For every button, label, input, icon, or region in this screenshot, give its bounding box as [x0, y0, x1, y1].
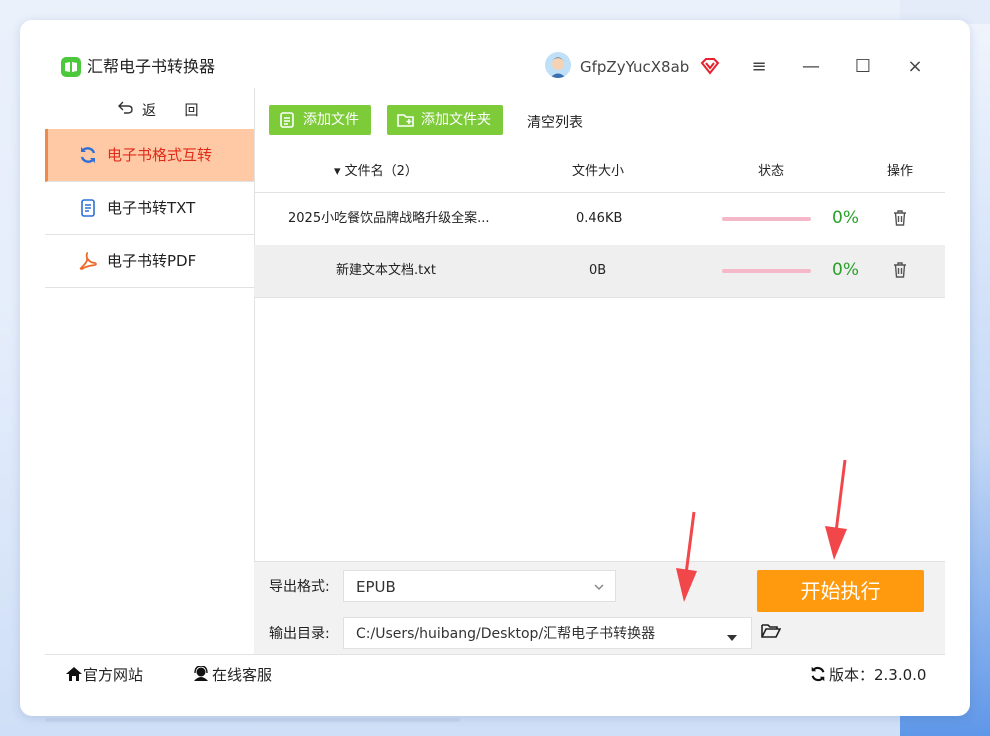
footer: 官方网站 在线客服 版本：2.3.0.0 [45, 654, 945, 697]
file-table-header: ▾ 文件名（2） 文件大小 状态 操作 [254, 152, 945, 193]
add-file-label: 添加文件 [303, 112, 359, 128]
back-arrow-icon [118, 100, 134, 118]
website-label: 官方网站 [83, 666, 144, 684]
progress-percent: 0% [832, 208, 859, 228]
headset-icon [194, 665, 208, 681]
sidebar-item-to-pdf[interactable]: 电子书转PDF [45, 235, 254, 288]
sidebar-item-label: 电子书格式互转 [107, 146, 213, 164]
app-title: 汇帮电子书转换器 [87, 57, 216, 76]
app-window: 汇帮电子书转换器 GfpZyYucX8ab ≡ — ☐ × 返 回 电子书格式互… [20, 20, 970, 716]
document-icon [78, 198, 98, 218]
sidebar-item-label: 电子书转TXT [107, 199, 196, 217]
add-folder-label: 添加文件夹 [421, 112, 491, 128]
file-name: 2025小吃餐饮品牌战略升级全案... [288, 211, 490, 226]
vip-icon[interactable] [700, 56, 720, 80]
column-header-name[interactable]: ▾ 文件名（2） [334, 164, 418, 180]
trash-icon[interactable] [892, 209, 908, 231]
back-label: 返 回 [142, 103, 211, 119]
export-format-label: 导出格式: [269, 579, 330, 595]
sidebar-item-format-convert[interactable]: 电子书格式互转 [45, 129, 254, 182]
website-link[interactable]: 官方网站 [65, 665, 143, 685]
annotation-arrow-icon [676, 511, 697, 602]
service-label: 在线客服 [212, 666, 273, 684]
clear-list-button[interactable]: 清空列表 [527, 112, 583, 132]
file-name: 新建文本文档.txt [336, 263, 437, 278]
chevron-down-icon [593, 579, 605, 597]
output-dir-label: 输出目录: [269, 626, 330, 642]
minimize-button[interactable]: — [798, 54, 824, 80]
add-folder-icon [397, 112, 415, 132]
table-row[interactable]: 2025小吃餐饮品牌战略升级全案... 0.46KB 0% [254, 193, 945, 246]
file-size: 0.46KB [576, 211, 623, 226]
sidebar: 返 回 电子书格式互转 电子书转TXT 电子书转PDF [45, 88, 255, 654]
file-size: 0B [589, 263, 607, 278]
column-header-action: 操作 [887, 164, 914, 179]
title-bar: 汇帮电子书转换器 GfpZyYucX8ab ≡ — ☐ × [20, 20, 970, 88]
dropdown-arrow-icon [727, 628, 737, 646]
progress-percent: 0% [832, 260, 859, 280]
close-button[interactable]: × [902, 54, 928, 80]
pdf-icon [78, 251, 98, 271]
refresh-icon [811, 666, 825, 682]
start-button[interactable]: 开始执行 [757, 570, 924, 612]
avatar[interactable] [545, 52, 571, 78]
taskbar-strip [45, 718, 460, 722]
app-logo-icon [61, 57, 81, 77]
annotation-arrow-icon [825, 459, 847, 560]
progress-bar [722, 217, 811, 221]
refresh-icon [78, 145, 98, 165]
version-info[interactable]: 版本：2.3.0.0 [809, 665, 926, 685]
export-format-value: EPUB [356, 578, 396, 596]
output-dir-value: C:/Users/huibang/Desktop/汇帮电子书转换器 [356, 626, 656, 642]
output-dir-select[interactable]: C:/Users/huibang/Desktop/汇帮电子书转换器 [343, 617, 752, 649]
sidebar-item-label: 电子书转PDF [107, 252, 197, 270]
column-header-size: 文件大小 [572, 164, 625, 179]
back-button[interactable]: 返 回 [45, 88, 254, 128]
home-icon [66, 667, 82, 681]
maximize-button[interactable]: ☐ [850, 54, 876, 80]
customer-service-link[interactable]: 在线客服 [192, 665, 272, 685]
add-file-button[interactable]: 添加文件 [269, 105, 371, 135]
column-header-status: 状态 [758, 164, 785, 179]
menu-icon[interactable]: ≡ [746, 54, 772, 80]
folder-open-icon[interactable] [761, 623, 782, 643]
sidebar-item-to-txt[interactable]: 电子书转TXT [45, 182, 254, 235]
username[interactable]: GfpZyYucX8ab [580, 57, 689, 77]
progress-bar [722, 269, 811, 273]
table-row[interactable]: 新建文本文档.txt 0B 0% [254, 245, 945, 298]
trash-icon[interactable] [892, 261, 908, 283]
add-file-icon [279, 112, 295, 132]
export-format-select[interactable]: EPUB [343, 570, 616, 602]
add-folder-button[interactable]: 添加文件夹 [387, 105, 503, 135]
version-label: 版本：2.3.0.0 [829, 666, 927, 684]
